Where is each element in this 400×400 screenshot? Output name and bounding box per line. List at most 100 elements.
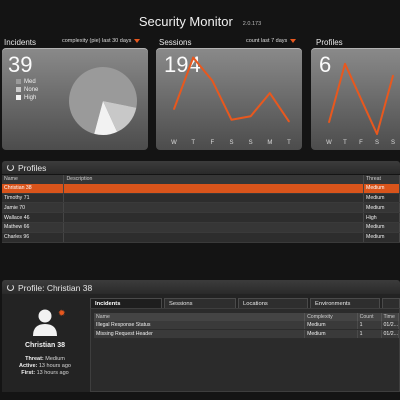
data-point	[344, 63, 346, 65]
column-header-time[interactable]: Time	[381, 313, 400, 321]
sessions-series-line	[173, 56, 290, 123]
legend-label: None	[24, 87, 39, 93]
cell-threat: Medium	[363, 232, 400, 243]
table-row[interactable]: Christian 38 Medium	[2, 183, 400, 194]
tab-sessions[interactable]: Sessions	[164, 298, 236, 308]
cell-name: Jamie 70	[2, 202, 65, 214]
column-header-complexity[interactable]: Complexity	[304, 313, 358, 321]
cell-time: 01/2...	[381, 321, 400, 330]
legend-label: Med	[24, 79, 36, 85]
data-point	[288, 120, 290, 123]
data-point	[392, 74, 394, 77]
refresh-icon[interactable]	[7, 164, 14, 171]
cell-name: Christian 38	[2, 183, 65, 194]
data-point	[230, 118, 233, 121]
app-version: 2.0.173	[242, 21, 262, 27]
incidents-card[interactable]: 39 Med None High	[2, 48, 148, 150]
profile-threat: Threat: Medium	[2, 356, 88, 363]
incidents-table-header: Name Complexity Count Time	[94, 313, 400, 321]
sessions-card[interactable]: 194	[156, 48, 302, 150]
cell-complexity: Medium	[304, 321, 358, 330]
profiles-table: Name Description Threat Christian 38 Medi…	[2, 175, 400, 243]
table-row[interactable]: Timothy 71 Medium	[2, 193, 400, 204]
table-row[interactable]: Missing Request Header Medium 1 01/2...	[94, 329, 400, 339]
active-label: Active:	[19, 363, 38, 369]
incidents-count: 39	[8, 52, 33, 77]
profiles-panel-title: Profiles	[18, 163, 47, 173]
legend-item-med: Med	[16, 78, 38, 86]
x-tick-label: S	[374, 140, 379, 146]
sessions-widget-label: Sessions	[159, 38, 192, 47]
legend-swatch	[16, 78, 21, 84]
data-point	[249, 115, 252, 118]
profile-detail-header: Profile: Christian 38	[2, 280, 400, 294]
data-point	[173, 108, 175, 110]
cell-description	[63, 183, 364, 194]
profile-first: First: 13 hours ago	[2, 370, 88, 377]
column-header-threat[interactable]: Threat	[363, 175, 400, 184]
data-point	[211, 79, 214, 82]
column-header-description[interactable]: Description	[63, 175, 364, 184]
first-label: First:	[21, 370, 36, 376]
cell-name: Illegal Response Status	[94, 321, 306, 330]
x-tick-label: S	[248, 140, 253, 146]
sessions-x-axis: WTFSSMT	[156, 140, 302, 150]
data-point	[376, 133, 378, 135]
chevron-down-icon	[134, 38, 141, 43]
incidents-table: Name Complexity Count Time Illegal Respo…	[94, 313, 400, 339]
table-row[interactable]: Illegal Response Status Medium 1 01/2...	[94, 321, 400, 330]
cell-threat: High	[363, 212, 400, 223]
x-tick-label: W	[171, 140, 177, 146]
app-title: Security Monitor 2.0.173	[0, 14, 400, 29]
refresh-icon[interactable]	[7, 284, 14, 291]
x-tick-label: T	[287, 140, 291, 146]
legend-label: High	[24, 95, 37, 101]
profiles-card[interactable]: 6	[311, 48, 400, 150]
profiles-panel-header: Profiles	[2, 161, 400, 174]
column-header-count[interactable]: Count	[357, 313, 382, 321]
data-point	[328, 121, 330, 124]
table-row[interactable]: Mathew 66 Medium	[2, 222, 400, 233]
x-tick-label: F	[359, 140, 363, 146]
cell-threat: Medium	[363, 183, 400, 194]
tab-incidents[interactable]: Incidents	[90, 298, 162, 308]
first-value: 13 hours ago	[36, 370, 69, 376]
table-row[interactable]: Jamie 70 Medium	[2, 202, 400, 214]
gear-icon[interactable]: ✹	[58, 308, 66, 319]
cell-time: 01/2...	[381, 329, 400, 339]
table-row[interactable]: Wallace 46 High	[2, 212, 400, 223]
profiles-line-chart	[328, 62, 394, 135]
cell-description	[63, 232, 364, 243]
column-header-name[interactable]: Name	[94, 313, 306, 321]
cell-threat: Medium	[363, 193, 400, 204]
profiles-panel: Name Description Threat Christian 38 Medi…	[2, 175, 400, 243]
chevron-down-icon	[290, 38, 297, 43]
cell-complexity: Medium	[304, 329, 358, 339]
profile-info: Threat: Medium Active: 13 hours ago Firs…	[2, 356, 88, 377]
cell-name: Missing Request Header	[94, 329, 306, 339]
tab-environments[interactable]: Environments	[310, 298, 380, 308]
profile-detail-title: Profile: Christian 38	[18, 283, 93, 293]
avatar	[33, 309, 57, 336]
incidents-legend: Med None High	[16, 78, 38, 102]
legend-swatch	[16, 86, 21, 92]
profile-name: Christian 38	[24, 342, 66, 349]
legend-item-high: High	[16, 94, 38, 102]
data-point	[269, 92, 271, 94]
cell-name: Charles 96	[2, 232, 65, 243]
tab-locations[interactable]: Locations	[238, 298, 308, 308]
cell-name: Wallace 46	[2, 212, 65, 223]
sessions-filter-dropdown[interactable]: count last 7 days	[246, 38, 297, 44]
x-tick-label: T	[191, 140, 195, 146]
legend-item-none: None	[16, 86, 38, 94]
incidents-filter-dropdown[interactable]: complexity (pie) last 30 days	[62, 38, 141, 44]
column-header-name[interactable]: Name	[2, 175, 65, 184]
x-tick-label: S	[229, 140, 234, 146]
cell-description	[63, 202, 364, 214]
tab-overflow[interactable]	[382, 298, 400, 308]
incidents-tab-content: Name Complexity Count Time Illegal Respo…	[90, 308, 400, 392]
cell-threat: Medium	[363, 202, 400, 214]
cell-name: Timothy 71	[2, 193, 65, 204]
table-row[interactable]: Charles 96 Medium	[2, 232, 400, 243]
profile-active: Active: 13 hours ago	[2, 363, 88, 370]
